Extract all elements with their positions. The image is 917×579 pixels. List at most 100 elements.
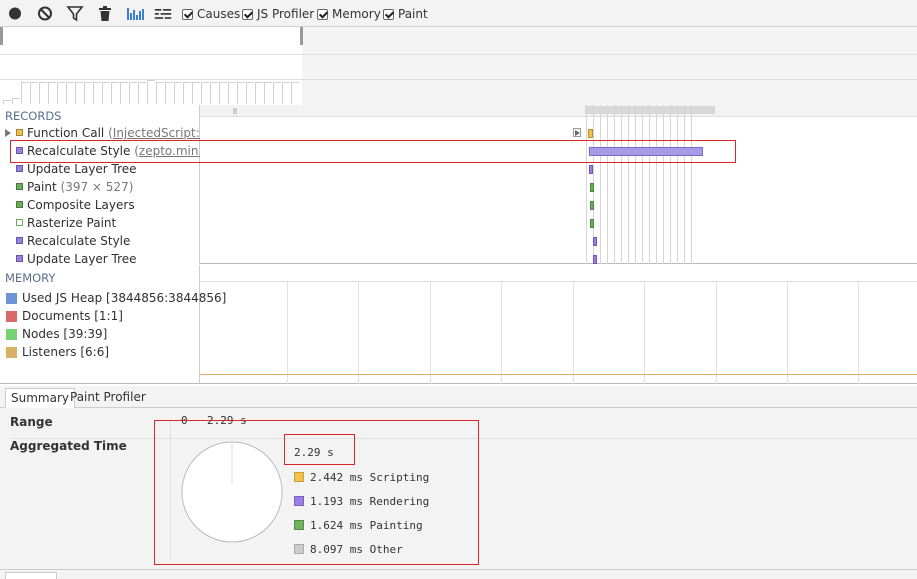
tab-paint-profiler[interactable]: Paint Profiler [65,388,151,408]
overview-left-handle[interactable] [0,27,3,45]
expand-arrow-icon[interactable] [573,128,581,137]
record-name: Function Call [27,126,105,140]
category-swatch [16,237,23,244]
overview-frame-bar [210,82,218,104]
overview-right-handle[interactable] [300,27,303,45]
check-icon [242,8,253,20]
grid-line [644,282,645,384]
counter-documents[interactable]: Documents [1:1] [0,307,200,325]
grid-line [656,105,657,264]
grid-line [635,105,636,264]
drawer-tabbar [0,569,917,579]
flame-chart-icon[interactable] [154,5,172,22]
overview-frame-bar [66,82,74,104]
filter-icon[interactable] [66,5,84,22]
paint-checkbox[interactable]: Paint [383,6,428,22]
grid-line [358,282,359,384]
overview-frame-bar [138,82,146,104]
ruler-range [585,106,715,114]
overview-frame-bar [192,82,200,104]
overview-frame-bar [48,82,56,104]
grid-line [614,105,615,264]
record-row[interactable]: Composite Layers [0,196,200,214]
overview-frame-bar [30,82,38,104]
record-detail: (397 × 527) [60,180,134,194]
ruler-marker [233,108,237,114]
overview-dimmed-area [302,27,917,105]
records-timeline[interactable] [200,105,917,264]
memory-counters: MEMORY Used JS Heap [3844856:3844856] Do… [0,265,226,384]
timeline-overview[interactable] [0,27,917,105]
update-layer-tree-bar[interactable] [589,165,593,174]
grid-line [287,282,288,384]
summary-panel: Range 0 2.29 s Aggregated Time 2.29 s 2.… [0,408,917,569]
counter-nodes[interactable]: Nodes [39:39] [0,325,200,343]
overview-frame-bar [273,82,281,104]
garbage-collect-icon[interactable] [96,5,114,22]
counter-swatch [6,311,17,322]
function-call-bar[interactable] [588,129,593,138]
category-swatch [16,219,23,226]
overview-frame-bar [120,82,128,104]
record-row[interactable]: Rasterize Paint [0,214,200,232]
overview-frame-bar [39,82,47,104]
grid-line [621,105,622,264]
update-layer-tree-bar[interactable] [593,255,597,264]
record-icon[interactable] [6,5,24,22]
records-title: RECORDS [5,109,62,123]
clear-icon[interactable] [36,5,54,22]
grid-line [787,282,788,384]
memory-checkbox[interactable]: Memory [317,6,381,22]
record-row[interactable]: Paint (397 × 527) [0,178,200,196]
record-source-link[interactable]: InjectedScript:1 [113,126,200,140]
total-time-highlight [284,434,355,465]
record-name: Composite Layers [27,198,135,212]
paint-label: Paint [398,7,428,21]
overview-frame-bar [237,82,245,104]
grid-line [586,105,587,264]
check-icon [182,8,193,20]
frames-view-icon[interactable] [126,5,144,22]
tab-console[interactable] [5,572,57,579]
grid-line [501,282,502,384]
overview-frame-bar [255,82,263,104]
counter-swatch [6,293,17,304]
record-row[interactable]: Recalculate Style [0,232,200,250]
counter-label: Used JS Heap [3844856:3844856] [22,291,227,305]
grid-line [691,105,692,264]
composite-layers-bar[interactable] [590,201,594,210]
record-name: Update Layer Tree [27,162,137,176]
range-label: Range [10,415,53,429]
recalculate-style-bar[interactable] [593,237,597,246]
overview-frame-bar [102,82,110,104]
overview-frame-bar [129,82,137,104]
js-profiler-label: JS Profiler [257,7,315,21]
grid-line [628,105,629,264]
expand-triangle-icon[interactable] [5,129,11,137]
counter-label: Listeners [6:6] [22,345,110,359]
js-profiler-checkbox[interactable]: JS Profiler [242,6,314,22]
overview-frame-bar [12,98,20,104]
grid-line [642,105,643,264]
rasterize-paint-bar[interactable] [590,219,594,228]
category-swatch [16,201,23,208]
overview-frame-bar [282,82,290,104]
grid-line [607,105,608,264]
grid-line [670,105,671,264]
grid-line [663,105,664,264]
check-icon [317,8,328,20]
overview-frame-bar [147,80,155,104]
record-name: Rasterize Paint [27,216,117,230]
memory-title: MEMORY [5,271,56,285]
causes-checkbox[interactable]: Causes [182,6,240,22]
grid-line [858,282,859,384]
category-swatch [16,165,23,172]
overview-frame-bar [3,100,11,104]
records-panel: RECORDS Function Call (InjectedScript:1)… [0,105,917,266]
counter-listeners[interactable]: Listeners [6:6] [0,343,200,361]
paint-bar[interactable] [590,183,594,192]
counter-used-js-heap[interactable]: Used JS Heap [3844856:3844856] [0,289,226,307]
record-name: Paint [27,180,57,194]
details-tabbar: Summary Paint Profiler [0,386,917,408]
category-swatch [16,183,23,190]
